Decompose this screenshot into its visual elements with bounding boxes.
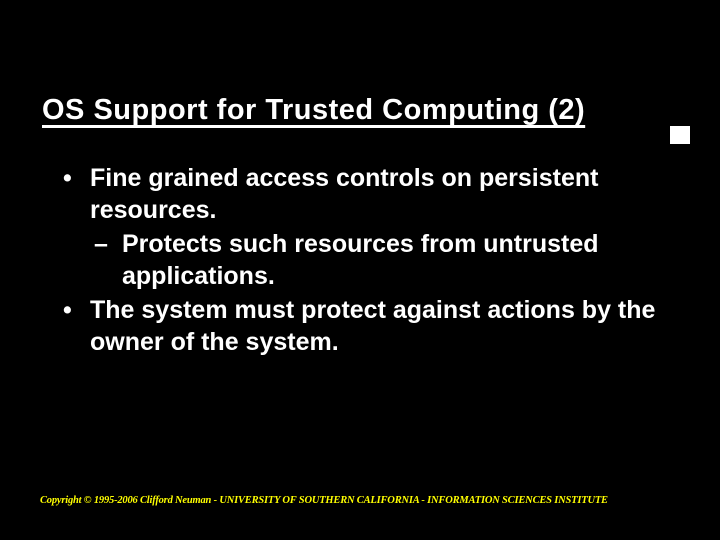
title-area: OS Support for Trusted Computing (2) <box>42 94 690 127</box>
bullet-level1: The system must protect against actions … <box>56 294 680 358</box>
bullet-text: The system must protect against actions … <box>90 296 655 356</box>
bullet-level2: – Protects such resources from untrusted… <box>56 228 680 292</box>
accent-box-icon <box>670 126 690 144</box>
bullet-text: Fine grained access controls on persiste… <box>90 164 598 224</box>
slide-content: Fine grained access controls on persiste… <box>56 162 680 360</box>
bullet-level1: Fine grained access controls on persiste… <box>56 162 680 226</box>
bullet-text: Protects such resources from untrusted a… <box>122 230 599 290</box>
copyright-footer: Copyright © 1995-2006 Clifford Neuman - … <box>40 495 608 506</box>
dash-icon: – <box>94 228 108 260</box>
slide-title: OS Support for Trusted Computing (2) <box>42 94 690 127</box>
